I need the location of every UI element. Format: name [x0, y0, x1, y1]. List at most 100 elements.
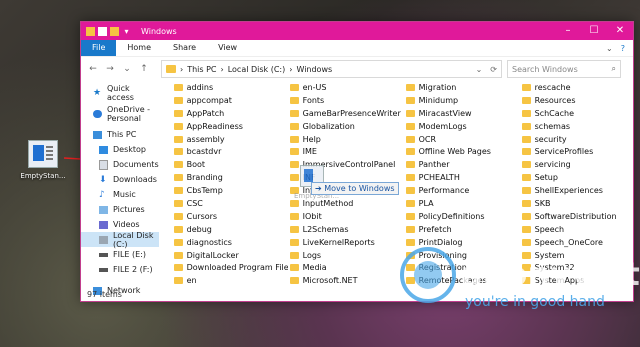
arrow-right-icon: ➔ [315, 184, 325, 193]
file-list-item[interactable]: Fonts [289, 94, 404, 107]
file-name: AppReadiness [186, 121, 243, 131]
file-list-item[interactable]: SchCache [521, 107, 636, 120]
folder-icon [289, 122, 299, 130]
folder-icon [173, 277, 183, 285]
file-list-item[interactable]: SKB [521, 197, 636, 210]
breadcrumb-this-pc[interactable]: This PC [187, 65, 216, 74]
navigation-pane: ★ Quick access OneDrive - Personal This P… [81, 81, 159, 295]
maximize-icon[interactable]: ☐ [581, 22, 607, 40]
address-bar[interactable]: › This PC › Local Disk (C:) › Windows ⌄ … [161, 60, 502, 78]
file-list-item[interactable]: Globalization [289, 120, 404, 133]
forward-icon[interactable]: → [104, 64, 116, 74]
tab-view[interactable]: View [207, 40, 248, 56]
file-list-item[interactable]: Cursors [173, 210, 288, 223]
nav-item-local-disk[interactable]: Local Disk (C:) [81, 231, 159, 249]
minimize-icon[interactable]: – [555, 22, 581, 40]
file-list-item[interactable]: Microsoft.NET [289, 274, 404, 287]
file-list-item[interactable]: diagnostics [173, 236, 288, 249]
file-name: AppPatch [186, 108, 225, 118]
new-folder-icon[interactable] [110, 26, 119, 36]
file-list-item[interactable]: debug [173, 223, 288, 236]
file-list-item[interactable]: Setup [521, 171, 636, 184]
file-list-item[interactable]: Branding [173, 171, 288, 184]
refresh-icon[interactable]: ⟳ [490, 65, 501, 74]
file-list-item[interactable]: Media [289, 261, 404, 274]
file-list-item[interactable]: en [173, 274, 288, 287]
file-list-item[interactable]: Resources [521, 94, 636, 107]
file-list-item[interactable]: servicing [521, 158, 636, 171]
file-list-item[interactable]: Migration [405, 81, 520, 94]
close-icon[interactable]: ✕ [607, 22, 633, 40]
nav-item-onedrive[interactable]: OneDrive - Personal [81, 105, 159, 123]
computer-icon [93, 130, 102, 139]
nav-item-file-e[interactable]: FILE (E:) [81, 247, 159, 262]
file-name: Boot [186, 160, 206, 170]
search-input[interactable]: Search Windows ⌕ [507, 60, 621, 78]
file-list-item[interactable]: ShellExperiences [521, 184, 636, 197]
file-list-item[interactable]: rescache [521, 81, 636, 94]
file-list-item[interactable]: Panther [405, 158, 520, 171]
file-list-item[interactable]: bcastdvr [173, 145, 288, 158]
file-list-item[interactable]: Downloaded Program Files [173, 261, 288, 274]
file-list-item[interactable]: PLA [405, 197, 520, 210]
nav-item-desktop[interactable]: Desktop [81, 142, 159, 157]
file-list-item[interactable]: security [521, 133, 636, 146]
expand-ribbon-icon[interactable]: ⌄ [606, 44, 613, 53]
file-name: addins [186, 82, 214, 92]
recent-chevron-icon[interactable]: ⌄ [121, 64, 133, 74]
file-list-item[interactable]: AppReadiness [173, 120, 288, 133]
nav-item-quick-access[interactable]: ★ Quick access [81, 84, 159, 102]
nav-item-documents[interactable]: Documents [81, 157, 159, 172]
tab-share[interactable]: Share [162, 40, 207, 56]
file-name: Performance [418, 186, 470, 196]
file-list-item[interactable]: Help [289, 133, 404, 146]
back-icon[interactable]: ← [87, 64, 99, 74]
address-dropdown-icon[interactable]: ⌄ [472, 65, 487, 74]
file-list-item[interactable]: schemas [521, 120, 636, 133]
file-list-item[interactable]: Boot [173, 158, 288, 171]
file-list-item[interactable]: AppPatch [173, 107, 288, 120]
folder-icon [405, 122, 415, 130]
videos-icon [99, 220, 108, 229]
breadcrumb-windows[interactable]: Windows [296, 65, 332, 74]
file-list-item[interactable]: L2Schemas [289, 223, 404, 236]
file-list-item[interactable]: IObit [289, 210, 404, 223]
help-icon[interactable]: ? [621, 44, 625, 53]
file-list-item[interactable]: CSC [173, 197, 288, 210]
file-list-item[interactable]: MiracastView [405, 107, 520, 120]
file-list-item[interactable]: appcompat [173, 94, 288, 107]
nav-item-pictures[interactable]: Pictures [81, 202, 159, 217]
properties-icon[interactable] [98, 26, 107, 36]
file-list-item[interactable]: GameBarPresenceWriter [289, 107, 404, 120]
file-list-item[interactable]: ServiceProfiles [521, 145, 636, 158]
file-list-item[interactable]: OCR [405, 133, 520, 146]
file-list-item[interactable]: ModemLogs [405, 120, 520, 133]
file-name: SoftwareDistribution [534, 211, 617, 221]
file-name: Cursors [186, 211, 218, 221]
file-list-item[interactable]: Minidump [405, 94, 520, 107]
file-list-item[interactable]: PolicyDefinitions [405, 210, 520, 223]
file-list-item[interactable]: SoftwareDistribution [521, 210, 636, 223]
file-list-item[interactable]: IME [289, 145, 404, 158]
nav-item-this-pc[interactable]: This PC [81, 127, 159, 142]
nav-item-music[interactable]: ♪ Music [81, 187, 159, 202]
file-list-item[interactable]: Logs [289, 249, 404, 262]
file-list-item[interactable]: PCHEALTH [405, 171, 520, 184]
file-list-item[interactable]: en-US [289, 81, 404, 94]
nav-item-downloads[interactable]: ⬇ Downloads [81, 172, 159, 187]
file-list-item[interactable]: addins [173, 81, 288, 94]
tab-file[interactable]: File [81, 40, 117, 56]
folder-icon[interactable] [86, 26, 95, 36]
nav-item-file-f[interactable]: FILE 2 (F:) [81, 262, 159, 277]
file-list-item[interactable]: assembly [173, 133, 288, 146]
file-list-item[interactable]: LiveKernelReports [289, 236, 404, 249]
file-list-item[interactable]: Performance [405, 184, 520, 197]
status-bar: 97 items [87, 290, 122, 299]
file-list-item[interactable]: CbsTemp [173, 184, 288, 197]
up-icon[interactable]: ↑ [138, 64, 150, 74]
tab-home[interactable]: Home [116, 40, 162, 56]
breadcrumb-local-disk[interactable]: Local Disk (C:) [228, 65, 286, 74]
chevron-down-icon[interactable]: ▾ [122, 27, 131, 36]
file-list-item[interactable]: DigitalLocker [173, 249, 288, 262]
file-list-item[interactable]: Offline Web Pages [405, 145, 520, 158]
